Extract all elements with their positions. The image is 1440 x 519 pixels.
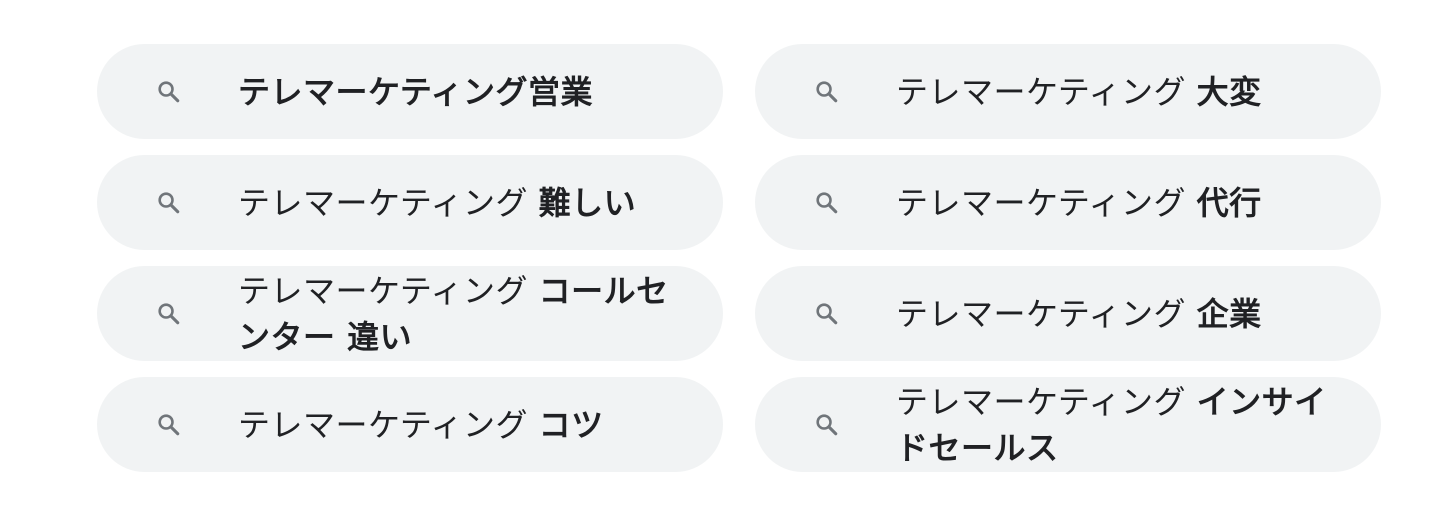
query-base-text: テレマーケティング bbox=[896, 183, 1186, 222]
query-base-text: テレマーケティング bbox=[896, 294, 1186, 333]
query-base-text: テレマーケティング bbox=[238, 183, 528, 222]
related-search-label: テレマーケティング コールセンター 違い bbox=[238, 268, 687, 360]
related-search-label: テレマーケティング インサイドセールス bbox=[896, 379, 1345, 471]
related-searches-grid: テレマーケティング営業 テレマーケティング 大変 テレマーケティング 難しい テ… bbox=[97, 44, 1381, 472]
related-search-chip[interactable]: テレマーケティング営業 bbox=[97, 44, 723, 139]
related-search-chip[interactable]: テレマーケティング コツ bbox=[97, 377, 723, 472]
query-suffix-text: 難しい bbox=[538, 183, 637, 222]
search-icon bbox=[812, 410, 842, 440]
search-icon bbox=[154, 188, 184, 218]
query-base-text: テレマーケティング bbox=[238, 271, 528, 310]
query-suffix-text: 企業 bbox=[1196, 294, 1262, 333]
query-suffix-text: 代行 bbox=[1196, 183, 1262, 222]
search-icon bbox=[154, 77, 184, 107]
query-base-text: テレマーケティング bbox=[238, 72, 528, 111]
search-icon bbox=[154, 299, 184, 329]
query-suffix-text: 大変 bbox=[1196, 72, 1262, 111]
related-search-label: テレマーケティング コツ bbox=[238, 402, 604, 448]
related-search-chip[interactable]: テレマーケティング 大変 bbox=[755, 44, 1381, 139]
related-search-chip[interactable]: テレマーケティング 難しい bbox=[97, 155, 723, 250]
query-suffix-text: 営業 bbox=[527, 72, 593, 111]
search-icon bbox=[154, 410, 184, 440]
related-search-label: テレマーケティング 代行 bbox=[896, 180, 1262, 226]
related-search-chip[interactable]: テレマーケティング 企業 bbox=[755, 266, 1381, 361]
query-base-text: テレマーケティング bbox=[238, 405, 528, 444]
related-search-chip[interactable]: テレマーケティング 代行 bbox=[755, 155, 1381, 250]
query-base-text: テレマーケティング bbox=[896, 72, 1186, 111]
related-search-chip[interactable]: テレマーケティング インサイドセールス bbox=[755, 377, 1381, 472]
search-icon bbox=[812, 77, 842, 107]
related-search-label: テレマーケティング 大変 bbox=[896, 69, 1262, 115]
query-base-text: テレマーケティング bbox=[896, 382, 1186, 421]
search-icon bbox=[812, 299, 842, 329]
query-suffix-text: コツ bbox=[538, 405, 604, 444]
related-search-label: テレマーケティング 企業 bbox=[896, 291, 1262, 337]
search-icon bbox=[812, 188, 842, 218]
related-search-label: テレマーケティング 難しい bbox=[238, 180, 636, 226]
related-search-label: テレマーケティング営業 bbox=[238, 69, 593, 115]
related-search-chip[interactable]: テレマーケティング コールセンター 違い bbox=[97, 266, 723, 361]
